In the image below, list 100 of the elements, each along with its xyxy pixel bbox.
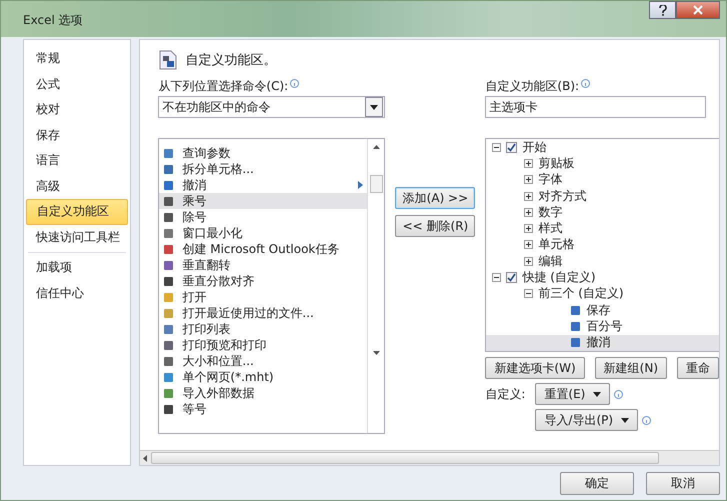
reset-button[interactable]: 重置(E) [535, 383, 610, 405]
tree-item[interactable]: 开始 [486, 139, 719, 156]
dialog-button[interactable]: 取消 [646, 472, 720, 494]
scroll-left-icon [143, 454, 148, 462]
tree-item[interactable]: 编辑 [486, 253, 719, 270]
command-item[interactable]: 大小和位置... [159, 353, 368, 369]
nav-item[interactable]: 快速访问工具栏 [26, 224, 128, 250]
nav-item[interactable]: 校对 [26, 97, 128, 122]
nav-item[interactable]: 高级 [26, 174, 128, 199]
tree-action-button[interactable]: 新建选项卡(W) [485, 357, 585, 379]
command-item[interactable]: 垂直分散对齐 [159, 273, 368, 289]
nav-item[interactable]: 自定义功能区 [26, 199, 128, 224]
command-item[interactable]: 拆分单元格... [159, 161, 368, 177]
expander-icon[interactable] [524, 158, 534, 168]
scroll-up-icon [372, 145, 380, 149]
command-item[interactable]: 单个网页(*.mht) [159, 369, 368, 385]
tree-label: 保存 [586, 302, 610, 319]
checkbox[interactable] [506, 142, 518, 153]
command-icon [163, 388, 174, 398]
tree-item[interactable]: 前三个 (自定义) [486, 286, 719, 302]
horizontal-scrollbar[interactable] [140, 450, 719, 465]
tree-item[interactable]: 百分号 [486, 318, 719, 335]
info-icon [290, 79, 300, 88]
command-icon [570, 320, 582, 332]
tree-label: 数字 [538, 204, 562, 221]
caret-icon [370, 104, 378, 110]
command-item[interactable]: 打开最近使用过的文件... [159, 305, 368, 321]
nav-item[interactable]: 常规 [26, 46, 128, 72]
tree-label: 撤消 [586, 334, 610, 351]
expander-icon[interactable] [524, 256, 534, 266]
nav-item[interactable]: 语言 [26, 148, 128, 174]
info-icon [581, 79, 590, 88]
command-label: 导入外部数据 [182, 384, 254, 402]
command-item[interactable]: 撤消 [159, 177, 368, 193]
command-item[interactable]: 垂直翻转 [159, 257, 368, 273]
command-item[interactable]: 导入外部数据 [159, 385, 368, 401]
expander-icon[interactable] [524, 192, 534, 201]
expander-icon[interactable] [492, 273, 502, 282]
tree-item[interactable]: 撤消 [486, 334, 719, 351]
expander-icon[interactable] [524, 208, 534, 217]
help-icon [658, 4, 666, 16]
command-item[interactable]: 窗口最小化 [159, 225, 368, 241]
scroll-thumb[interactable] [151, 452, 659, 464]
nav-item[interactable]: 保存 [26, 122, 128, 148]
tree-item[interactable]: 字体 [486, 172, 719, 188]
nav-item[interactable]: 信任中心 [26, 280, 128, 306]
command-item[interactable]: 打开 [159, 289, 368, 305]
command-icon [163, 276, 174, 286]
command-item[interactable]: 等号 [159, 401, 368, 417]
expander-icon[interactable] [492, 142, 502, 152]
command-item[interactable]: 除号 [159, 209, 368, 225]
scroll-thumb[interactable] [370, 175, 383, 193]
tree-label: 单元格 [538, 236, 574, 254]
command-item[interactable]: 创建 Microsoft Outlook任务 [159, 241, 368, 257]
command-icon [163, 292, 174, 302]
command-label: 窗口最小化 [182, 224, 242, 242]
command-icon [163, 244, 174, 254]
expander-icon[interactable] [524, 289, 534, 298]
command-icon [163, 228, 174, 238]
command-icon [163, 356, 174, 366]
command-icon [163, 196, 174, 206]
tree-item[interactable]: 剪贴板 [486, 155, 719, 172]
vertical-scrollbar[interactable] [367, 139, 384, 433]
add-button[interactable]: 添加(A) >> [395, 187, 476, 209]
tree-item[interactable]: 保存 [486, 302, 719, 318]
close-button[interactable] [676, 1, 720, 19]
tree-action-button[interactable]: 重命 [677, 357, 719, 379]
source-dropdown[interactable]: 不在功能区中的命令 [158, 96, 386, 118]
command-label: 等号 [182, 400, 206, 418]
target-dropdown[interactable]: 主选项卡 [485, 96, 706, 118]
help-button[interactable] [649, 1, 676, 19]
tree-label: 快捷 (自定义) [522, 269, 596, 286]
tree-item[interactable]: 单元格 [486, 236, 719, 254]
tree-item[interactable]: 数字 [486, 204, 719, 220]
command-item[interactable]: 打印列表 [159, 321, 368, 337]
nav-item[interactable]: 加载项 [26, 255, 128, 280]
command-label: 大小和位置... [182, 352, 254, 370]
nav-item[interactable]: 公式 [26, 72, 128, 97]
command-icon [570, 337, 582, 348]
expander-icon[interactable] [524, 175, 534, 184]
tree-item[interactable]: 样式 [486, 220, 719, 237]
import-export-button[interactable]: 导入/导出(P) [535, 409, 638, 431]
tree-item[interactable]: 快捷 (自定义) [486, 269, 719, 286]
command-label: 除号 [182, 208, 206, 226]
command-icon [163, 404, 174, 414]
tree-action-button[interactable]: 新建组(N) [594, 357, 667, 379]
tree-item[interactable]: 对齐方式 [486, 188, 719, 204]
expander-icon[interactable] [524, 224, 534, 234]
command-icon [570, 304, 582, 316]
checkbox[interactable] [506, 272, 518, 284]
command-icon [163, 164, 174, 174]
dialog-button[interactable]: 确定 [560, 472, 634, 494]
remove-button[interactable]: << 删除(R) [395, 215, 476, 237]
ribbon-icon [159, 50, 178, 70]
command-item[interactable]: 乘号 [159, 193, 368, 209]
expander-icon[interactable] [524, 240, 534, 250]
info-icon [642, 416, 652, 425]
source-label: 从下列位置选择命令(C): [158, 78, 288, 95]
command-item[interactable]: 打印预览和打印 [159, 337, 368, 353]
command-item[interactable]: 查询参数 [159, 145, 368, 161]
